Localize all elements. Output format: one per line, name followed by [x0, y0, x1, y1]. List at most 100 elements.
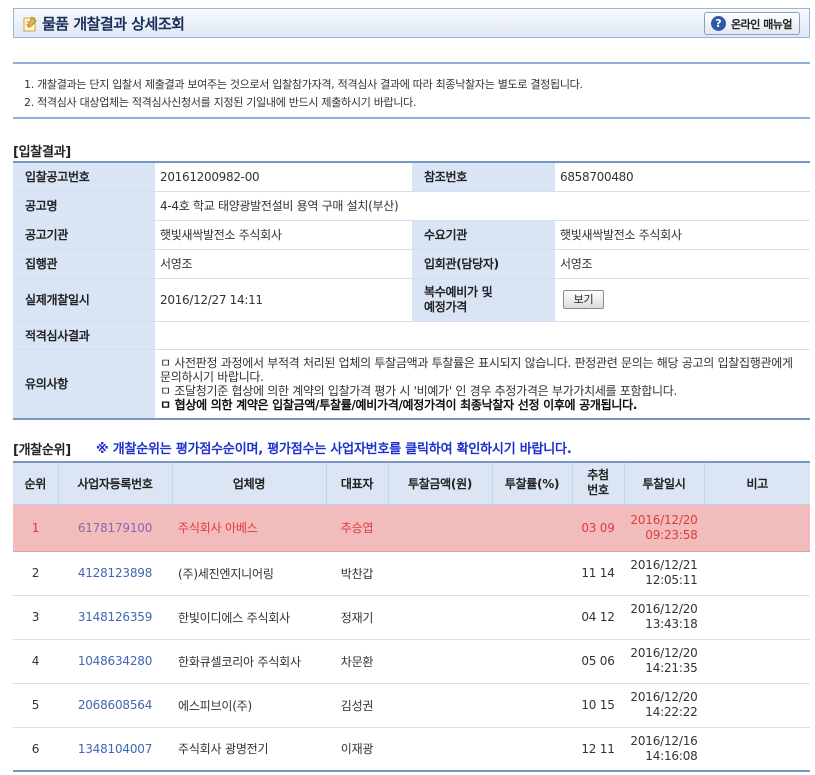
- price-label: 복수예비가 및 예정가격: [412, 278, 555, 322]
- agency-value: 햇빛새싹발전소 주식회사: [155, 220, 412, 250]
- company-cell: 에스피브이(주): [172, 683, 326, 728]
- attendee-value: 서영조: [555, 249, 810, 279]
- ceo-cell: 정재기: [326, 595, 388, 640]
- attendee-label: 입회관(담당자): [412, 249, 555, 279]
- col-ceo: 대표자: [326, 462, 389, 505]
- notice-name-label: 공고명: [13, 191, 155, 221]
- bid-time: 13:43:18: [645, 617, 698, 631]
- bid-date-cell: 2016/12/20 14:21:35: [624, 639, 704, 684]
- amount-cell: [388, 639, 492, 684]
- rank-cell: 3: [13, 595, 58, 640]
- bid-date: 2016/12/21: [630, 558, 698, 572]
- ceo-cell: 추승엽: [326, 504, 388, 552]
- draw-cell: 03 09: [572, 504, 624, 552]
- biz-no-link[interactable]: 4128123898: [78, 566, 153, 580]
- remark-cell: [704, 595, 810, 640]
- bid-date-cell: 2016/12/16 14:16:08: [624, 727, 704, 772]
- col-draw: 추첨 번호: [572, 462, 625, 505]
- table-row: 2 4128123898 (주)세진엔지니어링 박찬갑 11 14 2016/12/21 1…: [13, 551, 810, 596]
- online-manual-label: 온라인 매뉴얼: [731, 17, 793, 31]
- rank-cell: 1: [13, 504, 58, 552]
- rate-cell: [492, 595, 572, 640]
- rate-cell: [492, 504, 572, 552]
- company-cell: 주식회사 아베스: [172, 504, 326, 552]
- ref-no-label: 참조번호: [412, 162, 555, 192]
- ranking-table: 순위 사업자등록번호 업체명 대표자 투찰금액(원) 투찰률(%) 추첨 번호 …: [13, 461, 810, 772]
- col-biz-no: 사업자등록번호: [58, 462, 173, 505]
- amount-cell: [388, 551, 492, 596]
- bid-date-cell: 2016/12/21 12:05:11: [624, 551, 704, 596]
- qualification-label: 적격심사결과: [13, 321, 155, 350]
- draw-cell: 04 12: [572, 595, 624, 640]
- remark-cell: [704, 504, 810, 552]
- bid-date: 2016/12/20: [630, 602, 698, 616]
- rate-cell: [492, 639, 572, 684]
- bid-date-cell: 2016/12/20 09:23:58: [624, 504, 704, 552]
- page-title: 물품 개찰결과 상세조회: [42, 14, 185, 33]
- rate-cell: [492, 683, 572, 728]
- rank-cell: 5: [13, 683, 58, 728]
- bid-date: 2016/12/20: [630, 512, 698, 527]
- col-company: 업체명: [172, 462, 327, 505]
- col-draw-line-2: 번호: [587, 483, 609, 498]
- rank-cell: 2: [13, 551, 58, 596]
- remark-cell: [704, 683, 810, 728]
- company-cell: 한빛이디에스 주식회사: [172, 595, 326, 640]
- memo-icon: [23, 15, 37, 31]
- table-row: 3 3148126359 한빛이디에스 주식회사 정재기 04 12 2016/12/20…: [13, 595, 810, 640]
- col-draw-line-1: 추첨: [587, 468, 609, 483]
- price-label-line-2: 예정가격: [424, 299, 467, 314]
- view-prices-button[interactable]: 보기: [563, 290, 604, 309]
- biz-no-link[interactable]: 6178179100: [78, 521, 153, 535]
- help-icon: ?: [711, 16, 726, 31]
- rate-cell: [492, 727, 572, 772]
- bid-date-cell: 2016/12/20 13:43:18: [624, 595, 704, 640]
- draw-cell: 12 11: [572, 727, 624, 772]
- bid-date: 2016/12/16: [630, 733, 698, 748]
- amount-cell: [388, 595, 492, 640]
- notice-no-label: 입찰공고번호: [13, 162, 155, 192]
- col-remark: 비고: [704, 462, 810, 505]
- ceo-cell: 박찬갑: [326, 551, 388, 596]
- notice-line-2: 2. 적격심사 대상업체는 적격심사신청서를 지정된 기일내에 반드시 제출하시…: [24, 96, 417, 109]
- table-row: 5 2068608564 에스피브이(주) 김성권 10 15 2016/12/20 14:…: [13, 683, 810, 728]
- draw-cell: 05 06: [572, 639, 624, 684]
- price-label-line-1: 복수예비가 및: [424, 284, 493, 299]
- company-cell: 주식회사 광명전기: [172, 727, 326, 772]
- bid-time: 14:16:08: [645, 748, 698, 763]
- caution-line-2: ㅁ 조달청기준 협상에 의한 계약의 입찰가격 평가 시 '비예가' 인 경우 …: [160, 383, 678, 398]
- online-manual-button[interactable]: ? 온라인 매뉴얼: [704, 12, 800, 35]
- demand-agency-value: 햇빛새싹발전소 주식회사: [555, 220, 810, 250]
- draw-cell: 11 14: [572, 551, 624, 596]
- ref-no-value: 6858700480: [555, 162, 810, 192]
- biz-no-link[interactable]: 2068608564: [78, 698, 153, 712]
- table-row: 4 1048634280 한화큐셀코리아 주식회사 차문환 05 06 2016/12/2…: [13, 639, 810, 684]
- executor-label: 집행관: [13, 249, 155, 279]
- notice-line-1: 1. 개찰결과는 단지 입찰서 제출결과 보여주는 것으로서 입찰참가자격, 적…: [24, 78, 583, 91]
- bid-time: 14:21:35: [645, 661, 698, 675]
- notice-box: 1. 개찰결과는 단지 입찰서 제출결과 보여주는 것으로서 입찰참가자격, 적…: [13, 62, 810, 119]
- qualification-value: [155, 321, 810, 350]
- bid-time: 14:22:22: [645, 705, 698, 719]
- caution-line-1: ㅁ 사전판정 과정에서 부적격 처리된 업체의 투찰금액과 투찰률은 표시되지 …: [160, 355, 793, 384]
- biz-no-link[interactable]: 3148126359: [78, 610, 153, 624]
- executor-value: 서영조: [155, 249, 412, 279]
- rate-cell: [492, 551, 572, 596]
- bid-date-cell: 2016/12/20 14:22:22: [624, 683, 704, 728]
- bid-date: 2016/12/20: [630, 646, 698, 660]
- rank-cell: 4: [13, 639, 58, 684]
- biz-no-link[interactable]: 1348104007: [78, 742, 153, 756]
- open-date-value: 2016/12/27 14:11: [155, 278, 412, 322]
- amount-cell: [388, 727, 492, 772]
- col-rate: 투찰률(%): [492, 462, 573, 505]
- caution-label: 유의사항: [13, 349, 155, 420]
- remark-cell: [704, 639, 810, 684]
- col-amount: 투찰금액(원): [388, 462, 493, 505]
- agency-label: 공고기관: [13, 220, 155, 250]
- amount-cell: [388, 683, 492, 728]
- table-row: 1 6178179100 주식회사 아베스 추승엽 03 09 2016/12/20 09:…: [13, 504, 810, 552]
- bid-time: 12:05:11: [645, 573, 698, 587]
- biz-no-link[interactable]: 1048634280: [78, 654, 153, 668]
- ceo-cell: 이재광: [326, 727, 388, 772]
- ceo-cell: 차문환: [326, 639, 388, 684]
